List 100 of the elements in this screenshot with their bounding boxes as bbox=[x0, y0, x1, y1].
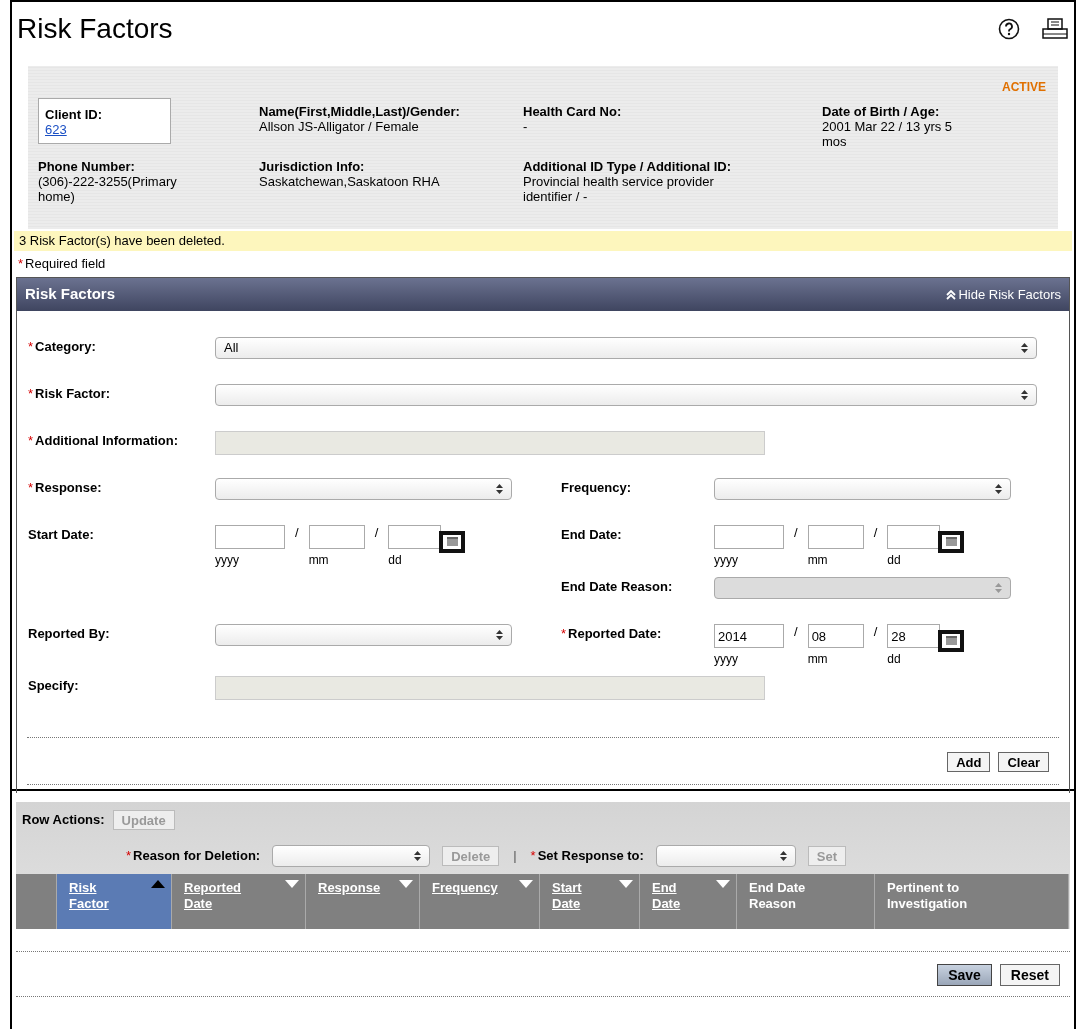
dropdown[interactable] bbox=[272, 845, 431, 867]
info-value: Allson JS-Alligator / Female bbox=[259, 119, 420, 134]
input-field[interactable]: 2014 bbox=[714, 624, 784, 648]
field-label: Category: bbox=[35, 338, 96, 356]
required-mark: * bbox=[28, 338, 34, 356]
field-label: Additional Information: bbox=[35, 432, 179, 450]
date-hint: dd bbox=[388, 552, 402, 569]
calendar-icon[interactable] bbox=[938, 531, 965, 553]
column-header[interactable]: Risk Factor bbox=[57, 874, 172, 929]
input-field[interactable]: 28 bbox=[887, 624, 941, 648]
calendar-icon[interactable] bbox=[938, 630, 965, 652]
date-hint: yyyy bbox=[714, 651, 738, 668]
dropdown[interactable]: All bbox=[215, 337, 1037, 359]
sort-down-icon[interactable] bbox=[399, 880, 413, 888]
required-note: Required field bbox=[25, 255, 106, 274]
field-label: Set Response to: bbox=[537, 847, 644, 866]
field-label: Reported By: bbox=[28, 625, 110, 643]
date-hint: yyyy bbox=[215, 552, 239, 569]
date-separator: / bbox=[793, 524, 799, 542]
up-down-arrows-icon bbox=[995, 484, 1002, 494]
up-down-arrows-icon bbox=[496, 630, 503, 640]
sort-down-icon[interactable] bbox=[716, 880, 730, 888]
column-header[interactable]: End Date bbox=[640, 874, 737, 929]
info-label: Name(First,Middle,Last)/Gender: bbox=[259, 104, 461, 119]
input-field[interactable]: 08 bbox=[807, 624, 864, 648]
info-value: Provincial health service provider identifier / - bbox=[523, 174, 715, 204]
required-mark: * bbox=[561, 625, 567, 643]
status-message: 3 Risk Factor(s) have been deleted. bbox=[14, 231, 1072, 251]
input-field[interactable] bbox=[887, 525, 941, 549]
date-separator: / bbox=[872, 524, 879, 542]
input-field[interactable] bbox=[308, 525, 365, 549]
column-header[interactable]: Frequency bbox=[420, 874, 540, 929]
field-label: Start Date: bbox=[28, 526, 94, 544]
info-label: Client ID: bbox=[45, 107, 104, 122]
input-field[interactable] bbox=[388, 525, 442, 549]
info-value: Saskatchewan,Saskatoon RHA bbox=[259, 174, 441, 189]
date-separator: / bbox=[294, 524, 300, 542]
date-separator: / bbox=[373, 524, 380, 542]
reset-button[interactable]: Reset bbox=[999, 964, 1060, 986]
input-field[interactable] bbox=[807, 525, 864, 549]
up-down-arrows-icon bbox=[414, 851, 422, 861]
sort-up-icon[interactable] bbox=[151, 880, 165, 888]
date-hint: mm bbox=[807, 552, 828, 569]
up-down-arrows-icon bbox=[1021, 343, 1028, 353]
info-label: Additional ID Type / Additional ID: bbox=[523, 159, 732, 174]
sort-down-icon[interactable] bbox=[619, 880, 633, 888]
print-icon[interactable] bbox=[1042, 18, 1068, 40]
up-down-arrows-icon bbox=[995, 583, 1002, 593]
info-label: Jurisdiction Info: bbox=[259, 159, 366, 174]
sort-down-icon[interactable] bbox=[519, 880, 533, 888]
info-value: (306)-222-3255(Primary home) bbox=[38, 174, 178, 204]
required-mark: * bbox=[126, 847, 132, 866]
status-text: ACTIVE bbox=[1002, 79, 1046, 96]
date-hint: mm bbox=[807, 651, 828, 668]
calendar-icon[interactable] bbox=[439, 531, 466, 553]
page-title: Risk Factors bbox=[17, 15, 173, 43]
input-field[interactable] bbox=[714, 525, 784, 549]
date-hint: yyyy bbox=[714, 552, 738, 569]
hide-section-link[interactable]: Hide Risk Factors bbox=[946, 284, 1061, 305]
client-id-link[interactable]: 623 bbox=[45, 122, 67, 137]
field-label: Response: bbox=[35, 479, 102, 497]
dropdown[interactable] bbox=[655, 845, 796, 867]
up-down-arrows-icon bbox=[496, 484, 503, 494]
dropdown[interactable] bbox=[714, 478, 1011, 500]
required-mark: * bbox=[530, 847, 536, 866]
info-value: 2001 Mar 22 / 13 yrs 5 mos bbox=[822, 119, 954, 149]
column-header[interactable]: End Date Reason bbox=[737, 874, 875, 929]
field-label: Reason for Deletion: bbox=[133, 847, 261, 866]
date-hint: dd bbox=[887, 552, 901, 569]
save-button[interactable]: Save bbox=[937, 964, 992, 986]
column-header[interactable]: Reported Date bbox=[172, 874, 306, 929]
dropdown[interactable] bbox=[215, 624, 512, 646]
separator-text: | bbox=[513, 847, 517, 866]
column-header[interactable]: Response bbox=[306, 874, 420, 929]
input-field[interactable] bbox=[215, 525, 285, 549]
required-mark: * bbox=[18, 255, 24, 274]
sort-down-icon[interactable] bbox=[285, 880, 299, 888]
required-mark: * bbox=[28, 432, 34, 450]
help-icon[interactable] bbox=[998, 18, 1020, 40]
form-button[interactable]: Add bbox=[947, 752, 991, 772]
field-label: Risk Factor: bbox=[35, 385, 111, 403]
form-button[interactable]: Clear bbox=[998, 752, 1049, 772]
info-label: Date of Birth / Age: bbox=[822, 104, 941, 119]
field-label: Specify: bbox=[28, 677, 79, 695]
date-hint: dd bbox=[887, 651, 901, 668]
column-header[interactable]: Pertinent to Investigation bbox=[875, 874, 1069, 929]
dropdown[interactable] bbox=[215, 478, 512, 500]
info-label: Phone Number: bbox=[38, 159, 136, 174]
date-hint: mm bbox=[308, 552, 329, 569]
required-mark: * bbox=[28, 385, 34, 403]
date-separator: / bbox=[872, 623, 879, 641]
column-header[interactable]: Start Date bbox=[540, 874, 640, 929]
date-separator: / bbox=[793, 623, 799, 641]
field-label: Frequency: bbox=[561, 479, 632, 497]
field-label: End Date: bbox=[561, 526, 622, 544]
row-actions-label: Row Actions: bbox=[22, 811, 105, 830]
field-label: Reported Date: bbox=[568, 625, 662, 643]
dropdown[interactable] bbox=[215, 384, 1037, 406]
up-down-arrows-icon bbox=[1021, 390, 1028, 400]
info-value: - bbox=[523, 119, 529, 134]
